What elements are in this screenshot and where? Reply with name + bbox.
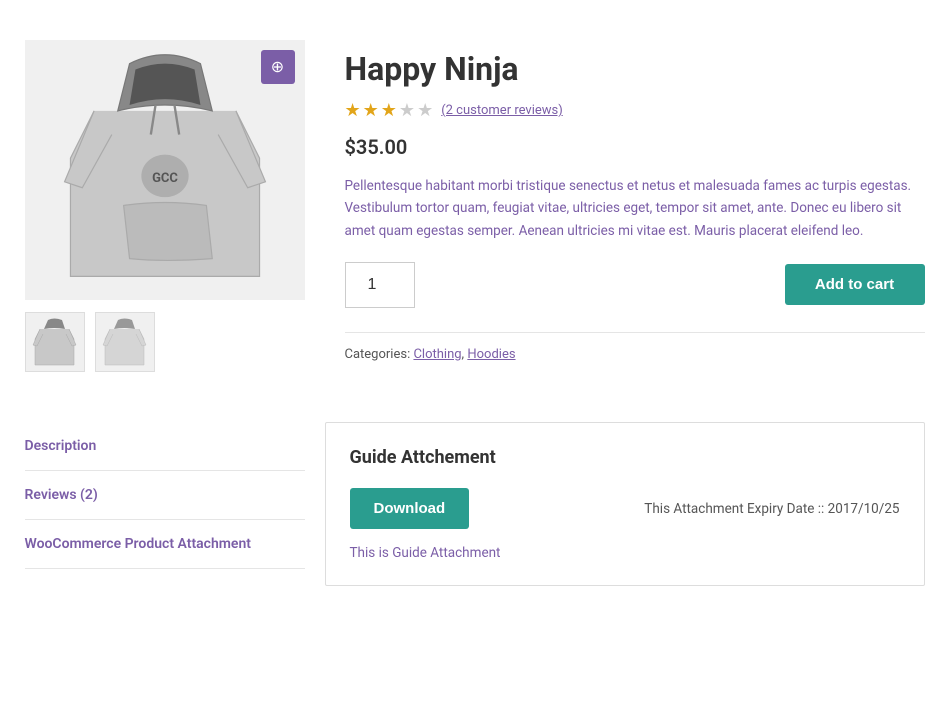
tab-description[interactable]: Description (25, 422, 305, 471)
star-1: ★ (345, 100, 361, 121)
product-description: Pellentesque habitant morbi tristique se… (345, 175, 925, 242)
download-button[interactable]: Download (350, 488, 470, 529)
tabs-section: Description Reviews (2) WooCommerce Prod… (25, 422, 925, 586)
divider (345, 332, 925, 333)
zoom-icon: ⊕ (271, 57, 284, 77)
reviews-link[interactable]: (2 customer reviews) (441, 103, 563, 118)
quantity-input[interactable] (345, 262, 415, 308)
star-rating: ★ ★ ★ ★ ★ (345, 100, 434, 121)
star-4: ★ (399, 100, 415, 121)
thumbnail-2[interactable] (95, 312, 155, 372)
star-2: ★ (363, 100, 379, 121)
rating-row: ★ ★ ★ ★ ★ (2 customer reviews) (345, 100, 925, 121)
star-5: ★ (417, 100, 433, 121)
svg-text:GCC: GCC (152, 171, 178, 186)
tab-navigation: Description Reviews (2) WooCommerce Prod… (25, 422, 305, 586)
tab-attachment[interactable]: WooCommerce Product Attachment (25, 520, 305, 569)
product-container: GCC ⊕ (25, 20, 925, 392)
product-images: GCC ⊕ (25, 40, 305, 372)
thumbnail-1[interactable] (25, 312, 85, 372)
product-price: $35.00 (345, 135, 925, 159)
product-title: Happy Ninja (345, 50, 925, 88)
tab-content-area: Guide Attchement Download This Attachmen… (325, 422, 925, 586)
main-product-image: GCC ⊕ (25, 40, 305, 300)
categories-row: Categories: Clothing, Hoodies (345, 347, 925, 362)
tab-reviews[interactable]: Reviews (2) (25, 471, 305, 520)
attachment-row: Download This Attachment Expiry Date :: … (350, 488, 900, 529)
categories-label: Categories: (345, 347, 411, 362)
thumb1-icon (32, 315, 77, 370)
expiry-text: This Attachment Expiry Date :: 2017/10/2… (644, 501, 899, 517)
thumbnail-row (25, 312, 305, 372)
category-hoodies[interactable]: Hoodies (467, 347, 515, 362)
product-details: Happy Ninja ★ ★ ★ ★ ★ (2 customer review… (345, 40, 925, 372)
star-3: ★ (381, 100, 397, 121)
category-clothing[interactable]: Clothing (413, 347, 461, 362)
add-to-cart-button[interactable]: Add to cart (785, 264, 925, 305)
attachment-note: This is Guide Attachment (350, 545, 900, 561)
add-to-cart-row: Add to cart (345, 262, 925, 308)
zoom-button[interactable]: ⊕ (261, 50, 295, 84)
thumb2-icon (102, 315, 147, 370)
attachment-title: Guide Attchement (350, 447, 900, 468)
